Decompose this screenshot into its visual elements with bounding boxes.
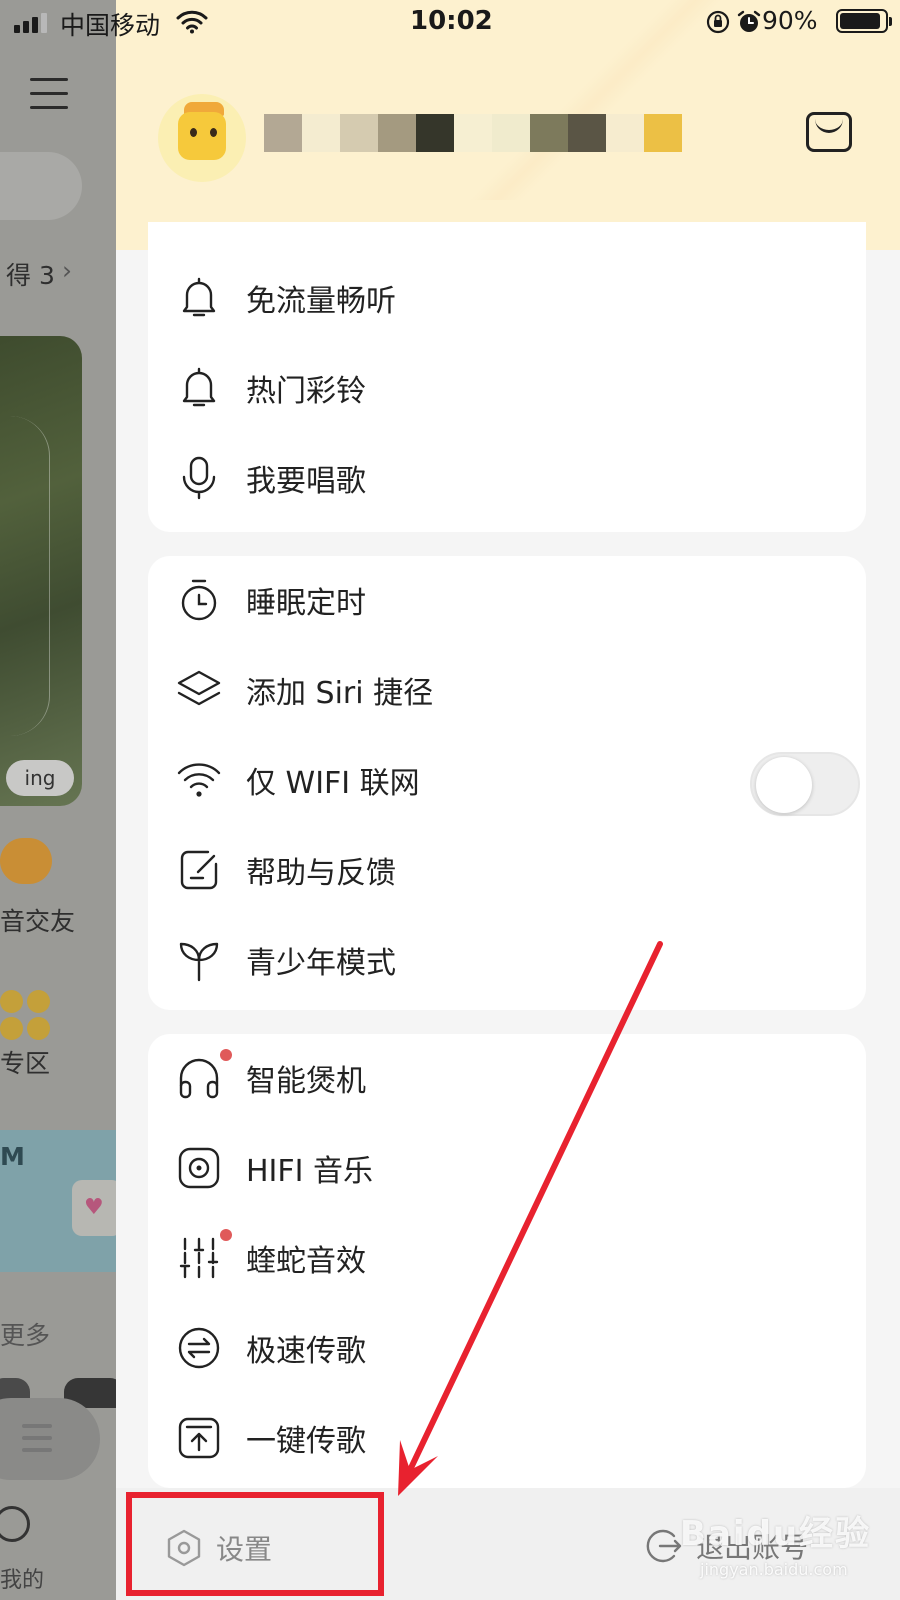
watermark-url: jingyan.baidu.com bbox=[700, 1560, 848, 1579]
annotation-arrow bbox=[398, 941, 663, 1496]
watermark: Baidu经验 bbox=[680, 1514, 872, 1554]
annotation-highlight-box bbox=[126, 1492, 384, 1596]
